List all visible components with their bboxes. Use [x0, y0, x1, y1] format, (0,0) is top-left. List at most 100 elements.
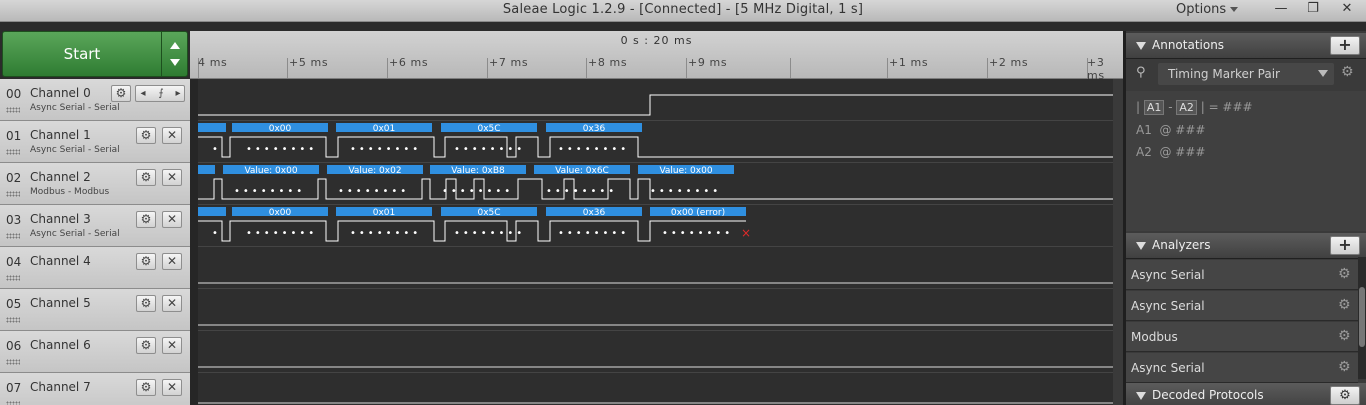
channel-row[interactable]: 01 Channel 1 Async Serial - Serial ⚙ ✕: [0, 121, 190, 163]
tick-line: [887, 58, 888, 78]
drag-handle-icon[interactable]: [6, 401, 20, 405]
gear-icon[interactable]: ⚙: [136, 295, 156, 312]
channel-row[interactable]: 02 Channel 2 Modbus - Modbus ⚙ ✕: [0, 163, 190, 205]
gear-icon[interactable]: ⚙: [136, 337, 156, 354]
chevron-down-icon: [1230, 7, 1239, 12]
gear-icon[interactable]: ⚙: [1338, 297, 1351, 313]
options-menu-button[interactable]: Options: [1176, 2, 1256, 19]
gear-icon[interactable]: ⚙: [1338, 359, 1351, 375]
decoded-frame[interactable]: [198, 123, 226, 132]
waveform-svg: 0x00 0x01 0x5C 0x36 •••••••• •••••••• ••…: [198, 123, 1113, 158]
scrollbar-thumb[interactable]: [1359, 287, 1365, 347]
decoded-frame[interactable]: [198, 165, 215, 174]
marker-a1-chip[interactable]: A1: [1143, 100, 1165, 115]
close-icon[interactable]: ✕: [162, 169, 182, 186]
gear-icon[interactable]: ⚙: [136, 211, 156, 228]
channel-row[interactable]: 06 Channel 6 ⚙ ✕: [0, 331, 190, 373]
channel-name[interactable]: Channel 5: [30, 296, 91, 310]
minimize-button[interactable]: —: [1266, 0, 1296, 20]
collapse-triangle-icon[interactable]: [1136, 42, 1146, 50]
timing-marker-select[interactable]: Timing Marker Pair: [1158, 63, 1334, 85]
channel-row[interactable]: 05 Channel 5 ⚙ ✕: [0, 289, 190, 331]
chevron-right-icon[interactable]: ▸: [173, 86, 183, 101]
channel-name[interactable]: Channel 2: [30, 170, 91, 184]
annotations-title: Annotations: [1152, 38, 1225, 52]
decoded-protocols-settings-button[interactable]: ⚙: [1330, 386, 1360, 405]
channel-name[interactable]: Channel 6: [30, 338, 91, 352]
drag-handle-icon[interactable]: [6, 107, 20, 113]
collapse-triangle-icon[interactable]: [1136, 242, 1146, 250]
channel-0-waveform[interactable]: [198, 79, 1113, 121]
rising-edge-trigger-icon[interactable]: ⨍: [150, 86, 172, 101]
drag-handle-icon[interactable]: [6, 359, 20, 365]
gear-icon[interactable]: ⚙: [136, 169, 156, 186]
start-button[interactable]: Start: [3, 32, 161, 76]
close-icon[interactable]: ✕: [162, 337, 182, 354]
channel-row[interactable]: 04 Channel 4 ⚙ ✕: [0, 247, 190, 289]
channel-4-waveform[interactable]: [198, 247, 1113, 289]
timeline-scrollbar[interactable]: [1113, 79, 1123, 405]
arrow-up-icon[interactable]: [170, 42, 180, 49]
decoded-value: 0x5C: [477, 124, 500, 134]
drag-handle-icon[interactable]: [6, 149, 20, 155]
analyzer-item[interactable]: Async Serial ⚙: [1126, 260, 1358, 290]
gear-icon[interactable]: ⚙: [136, 379, 156, 396]
gear-icon[interactable]: ⚙: [136, 127, 156, 144]
waveform-svg: Value: 0x00 Value: 0x02 Value: 0xB8 Valu…: [198, 165, 1113, 200]
close-icon[interactable]: ✕: [162, 211, 182, 228]
gear-icon[interactable]: ⚙: [111, 85, 131, 102]
drag-handle-icon[interactable]: [6, 275, 20, 281]
channel-row[interactable]: 00 Channel 0 Async Serial - Serial ⚙ ◂ ⨍…: [0, 79, 190, 121]
decoded-frame[interactable]: [198, 207, 226, 216]
analyzers-scrollbar[interactable]: [1358, 257, 1366, 379]
channel-2-waveform[interactable]: Value: 0x00 Value: 0x02 Value: 0xB8 Valu…: [198, 163, 1113, 205]
tick-line: [790, 58, 791, 78]
marker-a2-chip[interactable]: A2: [1176, 100, 1197, 115]
analyzer-item[interactable]: Async Serial ⚙: [1126, 291, 1358, 321]
channel-name[interactable]: Channel 4: [30, 254, 91, 268]
trigger-selector[interactable]: ◂ ⨍ ▸: [135, 85, 185, 102]
arrow-down-icon[interactable]: [170, 59, 180, 66]
collapse-triangle-icon[interactable]: [1136, 392, 1146, 400]
close-icon[interactable]: ✕: [162, 295, 182, 312]
chevron-left-icon[interactable]: ◂: [138, 86, 148, 101]
channel-row[interactable]: 07 Channel 7 ⚙ ✕: [0, 373, 190, 405]
channel-name[interactable]: Channel 7: [30, 380, 91, 394]
channel-6-waveform[interactable]: [198, 331, 1113, 373]
drag-handle-icon[interactable]: [6, 317, 20, 323]
restore-button[interactable]: ❐: [1298, 0, 1328, 20]
waveform-svg: [198, 402, 1113, 404]
decoded-protocols-header[interactable]: Decoded Protocols ⚙: [1126, 383, 1366, 405]
decoded-protocols-title: Decoded Protocols: [1152, 388, 1264, 402]
add-annotation-button[interactable]: +: [1330, 36, 1360, 55]
waveform-view[interactable]: 0 s : 20 ms 4 ms +5 ms +6 ms +7 ms +8 ms…: [190, 31, 1123, 405]
channel-name[interactable]: Channel 3: [30, 212, 91, 226]
pin-icon: ⚲: [1136, 65, 1146, 80]
close-icon[interactable]: ✕: [162, 253, 182, 270]
close-icon[interactable]: ✕: [162, 379, 182, 396]
annotations-header[interactable]: Annotations +: [1126, 33, 1366, 59]
gear-icon[interactable]: ⚙: [1338, 328, 1351, 344]
analyzer-item[interactable]: Async Serial ⚙: [1126, 353, 1358, 383]
channel-3-waveform[interactable]: 0x00 0x01 0x5C 0x36 0x00 (error) • •••••…: [198, 205, 1113, 247]
close-icon[interactable]: ✕: [162, 127, 182, 144]
channel-7-waveform[interactable]: [198, 373, 1113, 405]
channel-name[interactable]: Channel 0: [30, 86, 91, 100]
channel-5-waveform[interactable]: [198, 289, 1113, 331]
tick-label: +2 ms: [989, 56, 1029, 69]
drag-handle-icon[interactable]: [6, 233, 20, 239]
analyzer-item[interactable]: Modbus ⚙: [1126, 322, 1358, 352]
time-ruler[interactable]: 0 s : 20 ms 4 ms +5 ms +6 ms +7 ms +8 ms…: [190, 31, 1123, 82]
channel-name[interactable]: Channel 1: [30, 128, 91, 142]
gear-icon[interactable]: ⚙: [1341, 64, 1354, 80]
drag-handle-icon[interactable]: [6, 191, 20, 197]
channel-1-waveform[interactable]: 0x00 0x01 0x5C 0x36 •••••••• •••••••• ••…: [198, 121, 1113, 163]
gear-icon[interactable]: ⚙: [1338, 266, 1351, 282]
add-analyzer-button[interactable]: +: [1330, 236, 1360, 255]
channel-row[interactable]: 03 Channel 3 Async Serial - Serial ⚙ ✕: [0, 205, 190, 247]
marker-delta-line: | A1 - A2 | = ###: [1136, 100, 1253, 115]
capture-settings-arrows[interactable]: [161, 32, 188, 76]
gear-icon[interactable]: ⚙: [136, 253, 156, 270]
analyzers-header[interactable]: Analyzers +: [1126, 233, 1366, 259]
close-button[interactable]: ✕: [1332, 0, 1362, 20]
